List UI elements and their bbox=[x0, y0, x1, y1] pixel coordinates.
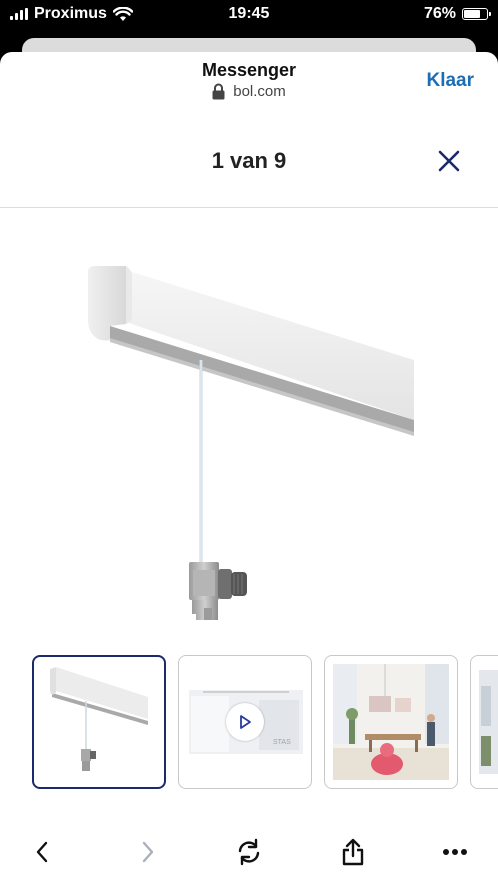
url-text: bol.com bbox=[233, 83, 286, 100]
bottom-toolbar bbox=[0, 830, 498, 870]
lock-icon bbox=[212, 83, 225, 100]
done-button[interactable]: Klaar bbox=[426, 70, 474, 92]
battery-icon bbox=[462, 8, 491, 20]
reload-icon bbox=[238, 838, 260, 866]
reload-button[interactable] bbox=[235, 838, 263, 866]
thumbnail-rail-image bbox=[50, 667, 148, 771]
share-icon bbox=[342, 838, 364, 866]
thumbnail-partial-image bbox=[479, 670, 498, 774]
back-button[interactable] bbox=[28, 838, 56, 866]
thumbnail-2-video[interactable]: STAS bbox=[178, 655, 312, 789]
more-button[interactable] bbox=[441, 838, 469, 866]
battery-percent: 76% bbox=[423, 5, 456, 22]
forward-button[interactable] bbox=[134, 838, 162, 866]
video-watermark: STAS bbox=[273, 739, 291, 746]
header-divider bbox=[0, 207, 498, 208]
status-bar: Proximus 19:45 76% bbox=[0, 0, 498, 30]
main-product-image[interactable] bbox=[80, 210, 420, 620]
url-display: bol.com bbox=[0, 83, 498, 100]
close-icon bbox=[438, 150, 460, 172]
chevron-left-icon bbox=[36, 841, 48, 863]
close-gallery-button[interactable] bbox=[436, 148, 462, 174]
status-right: 76% bbox=[423, 5, 491, 23]
image-counter: 1 van 9 bbox=[211, 148, 287, 173]
play-icon bbox=[240, 715, 251, 729]
chevron-right-icon bbox=[142, 841, 154, 863]
browser-sheet: Messenger bol.com Klaar 1 van 9 STAS bbox=[0, 52, 498, 887]
nav-title: Messenger bbox=[201, 60, 297, 80]
thumbnail-3[interactable] bbox=[324, 655, 458, 789]
thumbnail-strip: STAS bbox=[0, 655, 498, 791]
thumbnail-1[interactable] bbox=[32, 655, 166, 789]
more-icon bbox=[443, 849, 467, 855]
thumbnail-room-image bbox=[333, 664, 449, 780]
share-button[interactable] bbox=[339, 838, 367, 866]
thumbnail-4[interactable] bbox=[470, 655, 498, 789]
play-button[interactable] bbox=[226, 703, 264, 741]
